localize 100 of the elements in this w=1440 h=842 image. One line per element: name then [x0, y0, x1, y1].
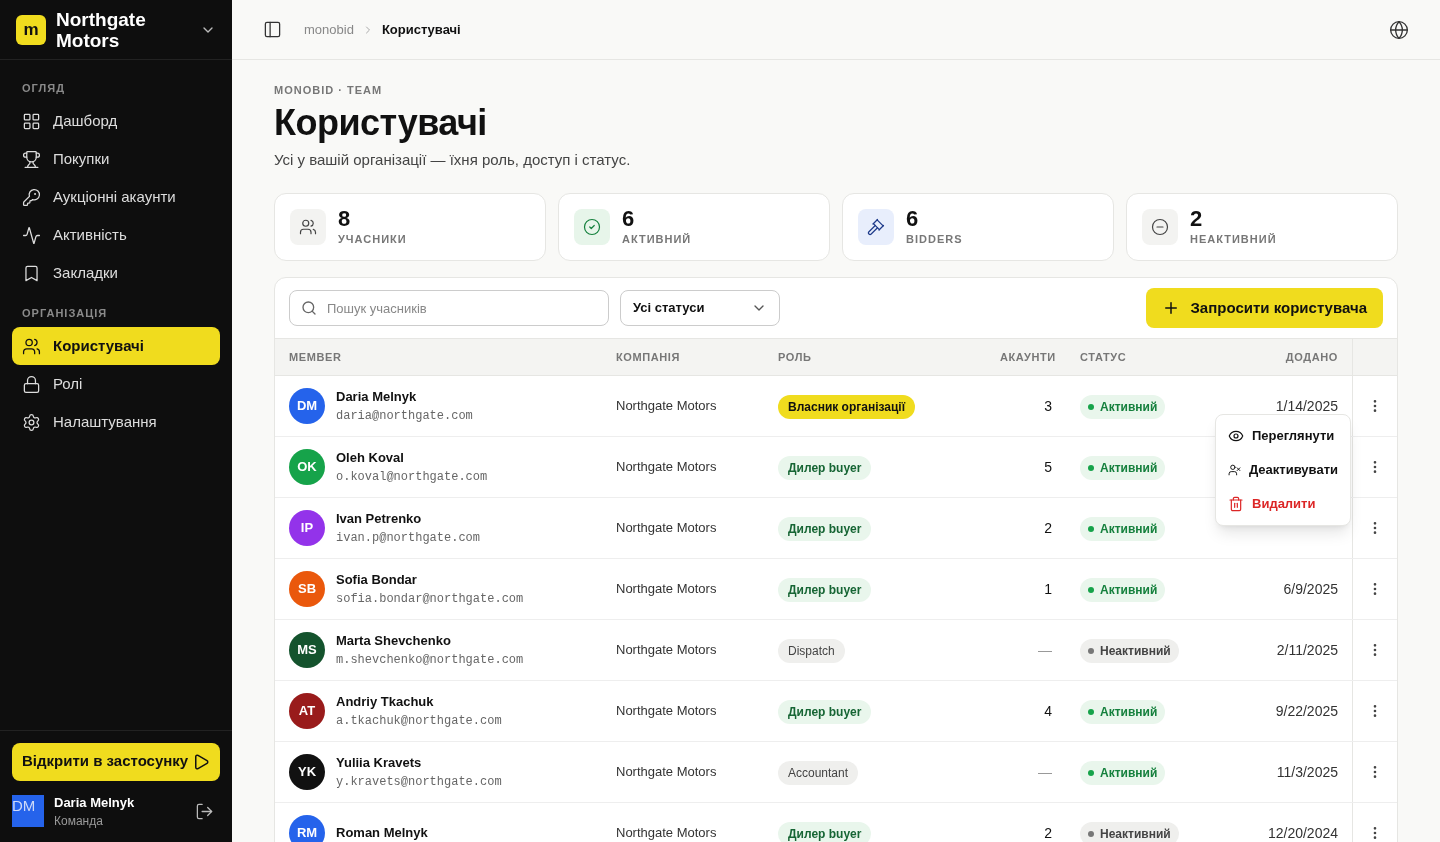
eyebrow-label: MONOBID · TEAM — [274, 83, 384, 98]
column-header: КОМПАНІЯ — [616, 349, 681, 365]
breadcrumb-item: Користувачі — [381, 20, 461, 39]
company-cell-text: Northgate Motors — [616, 580, 718, 599]
member-name: Marta Shevchenko — [336, 632, 452, 651]
role-tag: Дилер buyer — [778, 821, 872, 842]
member-email: sofia.bondar@northgate.com — [336, 590, 524, 608]
member-name: Daria Melnyk — [336, 388, 418, 407]
open-app-button[interactable]: Відкрити в застосунку — [12, 742, 220, 781]
role-tag: Дилер buyer — [778, 455, 872, 480]
date-cell-text: 2/11/2025 — [1275, 640, 1339, 660]
nav-item[interactable]: Аукціонні акаунти — [12, 178, 220, 217]
user-avatar: OK — [289, 449, 325, 485]
stat-label: BIDDERS — [906, 231, 963, 247]
accounts-cell-text: 5 — [1043, 457, 1053, 477]
section-title: ОГЛЯД — [21, 81, 66, 96]
page-subtitle: Усі у вашій організації — їхня роль, доступ і статус. — [274, 149, 632, 170]
member-name: Ivan Petrenko — [336, 510, 423, 529]
nav-item[interactable]: Закладки — [12, 254, 220, 293]
company-cell-text: Northgate Motors — [616, 397, 718, 416]
status-tag: Активний — [1080, 456, 1166, 480]
user-avatar: YK — [289, 754, 325, 790]
status-tag: Активний — [1080, 578, 1166, 602]
user-avatar: DM — [12, 795, 44, 828]
company-cell-text: Northgate Motors — [616, 458, 718, 477]
member-email: a.tkachuk@northgate.com — [336, 712, 502, 730]
user-avatar: RM — [289, 815, 325, 842]
company-cell-text: Northgate Motors — [616, 763, 718, 782]
stat-value: 6 — [622, 206, 636, 231]
accounts-cell-text: 1 — [1043, 579, 1053, 599]
status-tag: Активний — [1080, 761, 1166, 785]
accounts-cell-text: — — [1037, 762, 1053, 782]
column-header: ДОДАНО — [1284, 349, 1339, 365]
role-tag: Дилер buyer — [778, 577, 872, 602]
accounts-cell-text: 4 — [1043, 701, 1053, 721]
stat-label: АКТИВНИЙ — [622, 231, 692, 247]
member-email: m.shevchenko@northgate.com — [336, 651, 524, 669]
member-name: Andriy Tkachuk — [336, 693, 435, 712]
menu-item[interactable]: Переглянути — [1216, 419, 1350, 453]
invite-button[interactable]: Запросити користувача — [1146, 288, 1383, 328]
user-name: Daria Melnyk — [54, 793, 135, 812]
column-header: АКАУНТИ — [1000, 349, 1057, 365]
stat-value: 2 — [1190, 206, 1204, 231]
user-avatar: AT — [289, 693, 325, 729]
section-title: ОРГАНІЗАЦІЯ — [21, 305, 109, 321]
role-tag: Accountant — [778, 760, 859, 785]
user-avatar: DM — [289, 388, 325, 424]
member-name: Oleh Koval — [336, 449, 405, 468]
accounts-cell-text: — — [1037, 640, 1053, 660]
status-tag: Активний — [1080, 700, 1166, 724]
menu-item[interactable]: Деактивувати — [1216, 453, 1350, 487]
user-avatar: IP — [289, 510, 325, 546]
role-tag: Дилер buyer — [778, 516, 872, 541]
user-team: Команда — [54, 813, 104, 830]
member-email: o.koval@northgate.com — [336, 468, 488, 486]
date-cell-text: 12/20/2024 — [1266, 823, 1339, 842]
user-avatar: SB — [289, 571, 325, 607]
status-tag: Неактивний — [1080, 822, 1179, 842]
nav-item[interactable]: Дашборд — [12, 102, 220, 141]
date-cell-text: 11/3/2025 — [1275, 762, 1339, 782]
role-tag: Власник організації — [778, 394, 916, 419]
user-avatar: MS — [289, 632, 325, 668]
stat-value: 6 — [906, 206, 920, 231]
stat-label: НЕАКТИВНИЙ — [1190, 231, 1277, 247]
member-name: Yuliia Kravets — [336, 754, 423, 773]
date-cell-text: 6/9/2025 — [1282, 579, 1339, 599]
company-cell-text: Northgate Motors — [616, 519, 718, 538]
nav-item[interactable]: Налаштування — [12, 403, 220, 441]
logo-icon: m — [16, 14, 46, 45]
menu-item[interactable]: Видалити — [1216, 487, 1350, 521]
stat-value: 8 — [338, 206, 352, 231]
nav-item[interactable]: Користувачі — [12, 327, 220, 365]
member-email: y.kravets@northgate.com — [336, 773, 502, 791]
accounts-cell-text: 2 — [1043, 518, 1053, 538]
column-header: MEMBER — [288, 349, 343, 365]
page-title: Користувачі — [274, 100, 488, 145]
workspace-name: Northgate Motors — [56, 8, 147, 51]
company-cell-text: Northgate Motors — [616, 641, 718, 660]
member-email: ivan.p@northgate.com — [336, 529, 481, 547]
date-cell-text: 1/14/2025 — [1274, 396, 1339, 416]
status-tag: Активний — [1080, 395, 1166, 419]
search-field[interactable]: Пошук учасників — [289, 290, 609, 326]
status-tag: Активний — [1080, 517, 1166, 541]
role-tag: Дилер buyer — [778, 699, 872, 724]
company-cell-text: Northgate Motors — [616, 702, 718, 721]
member-email: daria@northgate.com — [336, 407, 473, 425]
date-cell-text: 9/22/2025 — [1274, 701, 1339, 721]
nav-item[interactable]: Покупки — [12, 140, 220, 179]
column-header: РОЛЬ — [778, 349, 813, 365]
company-cell-text: Northgate Motors — [616, 824, 718, 842]
status-dropdown[interactable]: Усі статуси — [620, 290, 780, 326]
member-name: Roman Melnyk — [336, 824, 428, 842]
member-name: Sofia Bondar — [336, 571, 418, 590]
stat-label: УЧАСНИКИ — [338, 231, 407, 247]
nav-item[interactable]: Активність — [12, 216, 220, 255]
nav-item[interactable]: Ролі — [12, 365, 220, 403]
accounts-cell-text: 3 — [1043, 396, 1053, 416]
accounts-cell-text: 2 — [1043, 823, 1053, 842]
role-tag: Dispatch — [778, 638, 845, 663]
status-tag: Неактивний — [1080, 639, 1179, 663]
